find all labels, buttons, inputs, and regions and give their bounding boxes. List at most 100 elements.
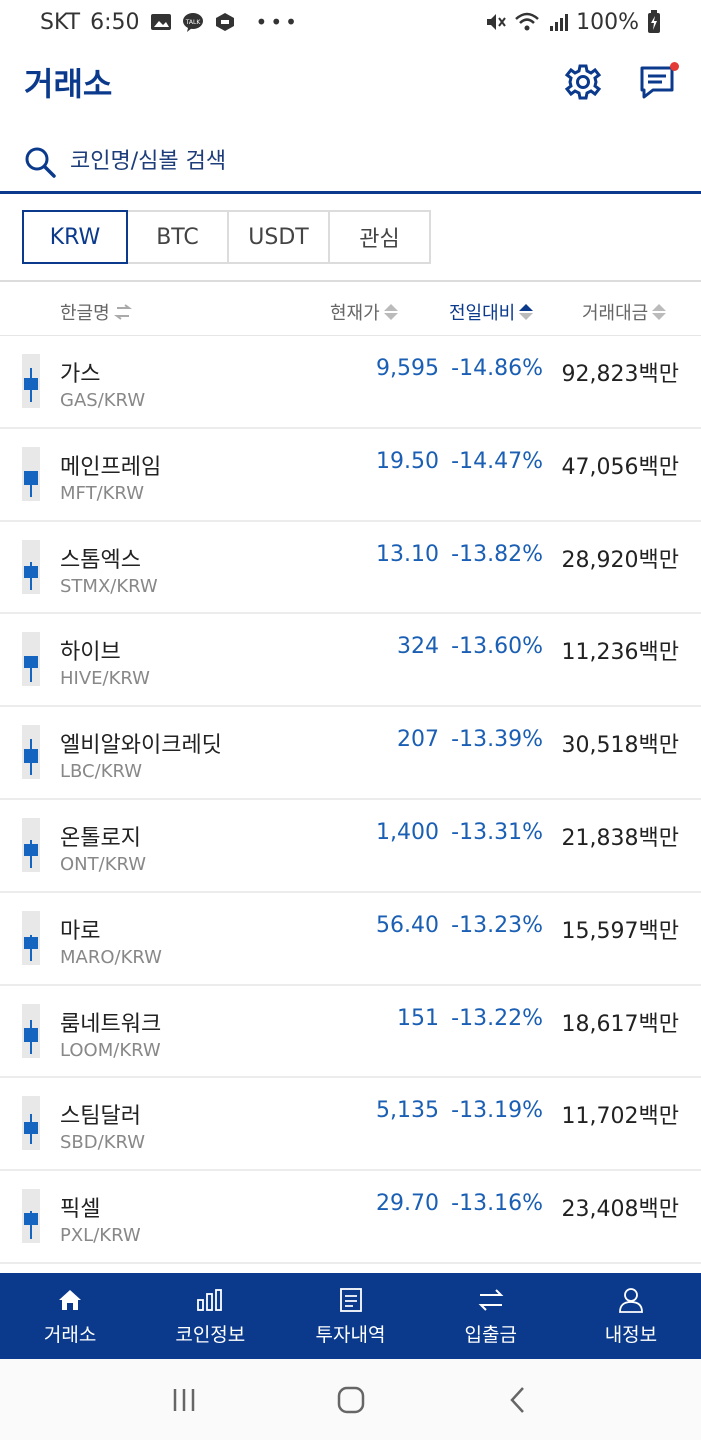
coin-name: 가스 xyxy=(60,362,101,387)
coin-price: 324 xyxy=(397,634,439,660)
tab-usdt[interactable]: USDT xyxy=(227,210,330,264)
nav-my-info[interactable]: 내정보 xyxy=(561,1273,701,1359)
nav-investment-history[interactable]: 투자내역 xyxy=(280,1273,420,1359)
coin-change: -13.60% xyxy=(451,634,543,660)
sort-icon xyxy=(519,304,534,320)
coin-volume: 30,518백만 xyxy=(561,733,679,759)
nav-coin-info[interactable]: 코인정보 xyxy=(140,1273,280,1359)
coin-row[interactable]: 스톰엑스 STMX/KRW 13.10 -13.82% 28,920백만 xyxy=(0,522,701,615)
nav-exchange[interactable]: 거래소 xyxy=(0,1273,140,1359)
home-icon xyxy=(59,1289,82,1310)
sort-by-volume[interactable]: 거래대금 xyxy=(582,299,667,325)
coin-row[interactable]: 마로 MARO/KRW 56.40 -13.23% 15,597백만 xyxy=(0,893,701,986)
coin-change: -13.19% xyxy=(451,1098,543,1124)
coin-change: -13.31% xyxy=(451,819,543,845)
nav-label: 입출금 xyxy=(464,1323,517,1346)
sort-icon xyxy=(383,304,398,320)
svg-text:TALK: TALK xyxy=(184,19,201,26)
coin-symbol: HIVE/KRW xyxy=(60,668,150,690)
candle-icon xyxy=(22,725,40,780)
column-change-label: 전일대비 xyxy=(449,303,516,324)
column-price-label: 현재가 xyxy=(330,303,380,324)
coin-symbol: LBC/KRW xyxy=(60,761,143,783)
coin-change: -14.47% xyxy=(451,448,543,474)
coin-row[interactable]: 룸네트워크 LOOM/KRW 151 -13.22% 18,617백만 xyxy=(0,986,701,1079)
coin-volume: 11,236백만 xyxy=(561,640,679,666)
document-icon xyxy=(339,1287,362,1312)
coin-volume: 18,617백만 xyxy=(561,1011,679,1037)
sort-by-name[interactable]: 한글명 xyxy=(60,299,132,325)
tab-btc[interactable]: BTC xyxy=(126,210,229,264)
coin-price: 9,595 xyxy=(376,356,439,381)
mute-icon xyxy=(487,14,506,30)
coin-name: 하이브 xyxy=(60,640,121,666)
coin-change: -13.22% xyxy=(451,1005,543,1031)
candle-icon xyxy=(22,446,40,501)
coin-name: 픽셀 xyxy=(60,1197,101,1223)
coin-symbol: MARO/KRW xyxy=(60,946,162,968)
coin-volume: 11,702백만 xyxy=(561,1104,679,1130)
coin-symbol: STMX/KRW xyxy=(60,575,158,597)
signal-icon xyxy=(550,14,569,31)
coin-volume: 21,838백만 xyxy=(561,825,679,851)
coin-price: 207 xyxy=(397,727,439,753)
status-bar: SKT 6:50 TALK ••• 100% xyxy=(0,0,701,44)
messages-button[interactable] xyxy=(637,62,679,102)
swap-icon xyxy=(113,304,132,320)
sort-icon xyxy=(652,304,667,320)
candle-icon xyxy=(22,1003,40,1058)
app-header: 거래소 xyxy=(0,52,701,112)
coin-symbol: PXL/KRW xyxy=(60,1225,141,1247)
coin-volume: 28,920백만 xyxy=(561,547,679,573)
back-icon xyxy=(509,1386,524,1413)
bar-chart-icon xyxy=(197,1288,223,1311)
candle-icon xyxy=(22,354,40,408)
nav-label: 코인정보 xyxy=(175,1323,246,1346)
search-input[interactable] xyxy=(70,149,630,174)
transfer-icon xyxy=(478,1288,504,1311)
gallery-icon xyxy=(150,14,171,30)
coin-row[interactable]: 스팀달러 SBD/KRW 5,135 -13.19% 11,702백만 xyxy=(0,1078,701,1172)
coin-row[interactable]: 픽셀 PXL/KRW 29.70 -13.16% 23,408백만 xyxy=(0,1171,701,1264)
nav-label: 투자내역 xyxy=(315,1323,386,1346)
coin-row[interactable]: 메인프레임 MFT/KRW 19.50 -14.47% 47,056백만 xyxy=(0,429,701,522)
coin-row[interactable]: 엘비알와이크레딧 LBC/KRW 207 -13.39% 30,518백만 xyxy=(0,707,701,800)
coin-change: -13.82% xyxy=(451,541,543,567)
coin-name: 마로 xyxy=(60,918,101,944)
sort-by-price[interactable]: 현재가 xyxy=(330,299,398,325)
candle-icon xyxy=(22,1096,40,1151)
sort-by-change[interactable]: 전일대비 xyxy=(449,299,534,325)
home-button[interactable] xyxy=(331,1380,371,1420)
coin-symbol: ONT/KRW xyxy=(60,853,147,875)
coin-volume: 92,823백만 xyxy=(561,362,679,387)
kakaotalk-icon: TALK xyxy=(182,13,203,32)
coin-row[interactable]: 가스 GAS/KRW 9,595 -14.86% 92,823백만 xyxy=(0,336,701,429)
battery-charging-icon xyxy=(648,10,660,33)
gear-icon xyxy=(564,64,602,100)
candle-icon xyxy=(22,539,40,594)
candle-icon xyxy=(22,817,40,872)
nav-label: 내정보 xyxy=(604,1323,658,1346)
coin-row[interactable]: 하이브 HIVE/KRW 324 -13.60% 11,236백만 xyxy=(0,614,701,708)
search-icon xyxy=(25,147,56,178)
coin-symbol: SBD/KRW xyxy=(60,1132,146,1154)
coin-price: 151 xyxy=(397,1005,439,1031)
nav-deposit-withdraw[interactable]: 입출금 xyxy=(421,1273,561,1359)
tab-favorites[interactable]: 관심 xyxy=(328,210,431,264)
home-circle-icon xyxy=(337,1386,364,1413)
battery-level: 100% xyxy=(576,9,639,35)
bottom-nav: 거래소 코인정보 투자내역 입출금 내정보 xyxy=(0,1273,701,1359)
coin-name: 온톨로지 xyxy=(60,825,141,851)
coin-volume: 15,597백만 xyxy=(561,918,679,944)
notification-dot xyxy=(670,62,679,71)
settings-button[interactable] xyxy=(563,62,603,102)
coin-change: -13.23% xyxy=(451,912,543,938)
coin-name: 스팀달러 xyxy=(60,1104,141,1130)
tab-krw[interactable]: KRW xyxy=(22,210,128,264)
search-bar[interactable] xyxy=(0,132,701,194)
coin-row[interactable]: 온톨로지 ONT/KRW 1,400 -13.31% 21,838백만 xyxy=(0,800,701,893)
coin-price: 56.40 xyxy=(376,912,439,938)
back-button[interactable] xyxy=(498,1380,538,1420)
coin-change: -13.39% xyxy=(451,727,543,753)
recent-apps-button[interactable] xyxy=(164,1380,204,1420)
